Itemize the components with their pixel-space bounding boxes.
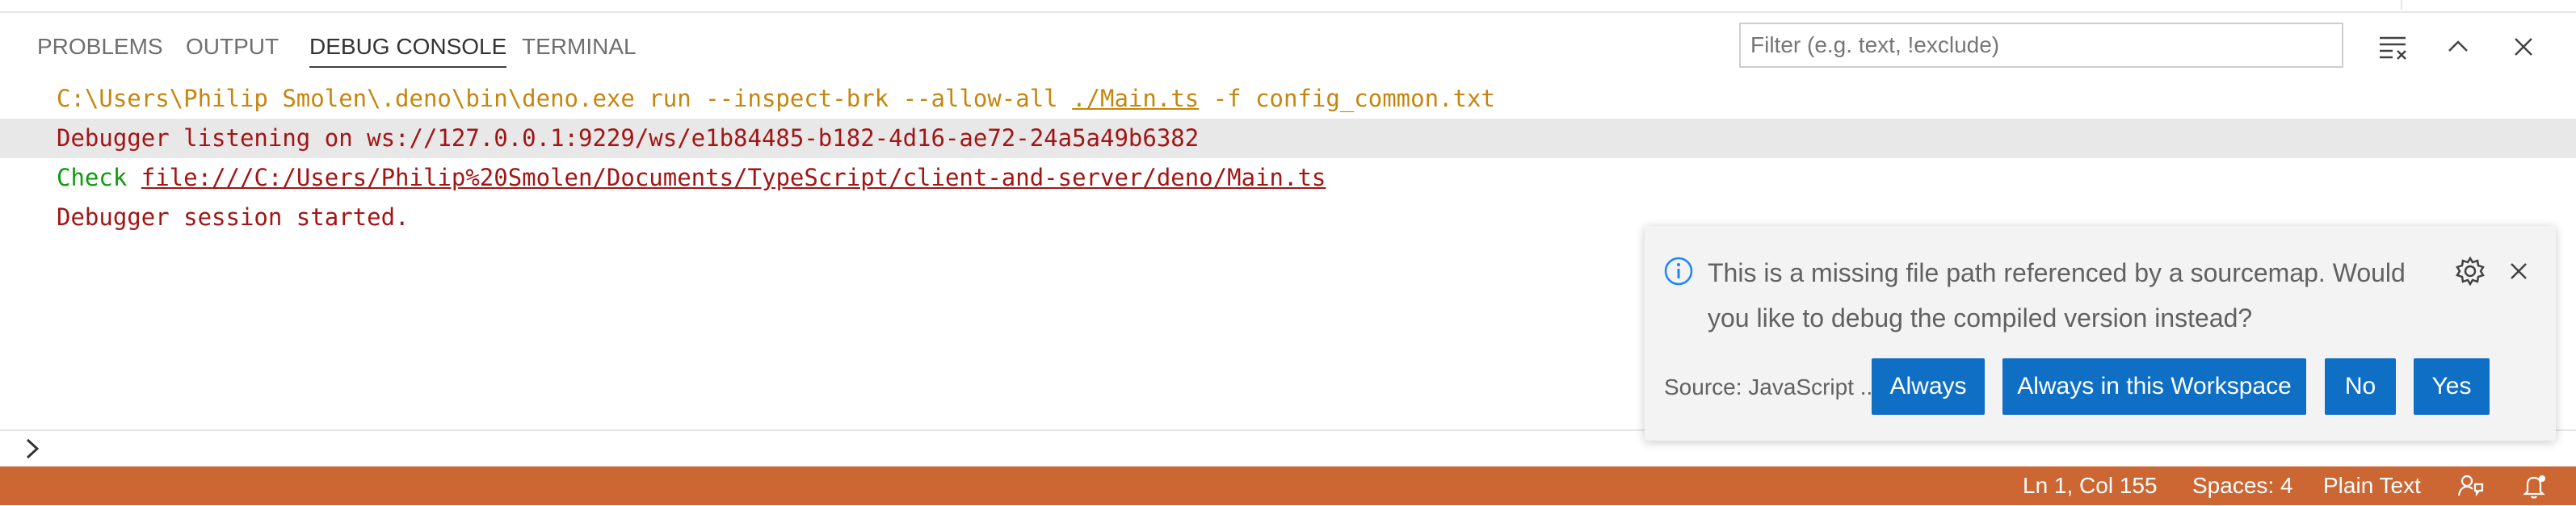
chevron-up-icon[interactable] <box>2439 27 2477 66</box>
tab-problems[interactable]: PROBLEMS <box>37 29 163 65</box>
debug-console-output: C:\Users\Philip Smolen\.deno\bin\deno.ex… <box>0 79 2576 237</box>
sourcemap-notification: This is a missing file path referenced b… <box>1645 226 2556 441</box>
language-mode[interactable]: Plain Text <box>2323 466 2421 505</box>
main-ts-link[interactable]: ./Main.ts <box>1072 85 1199 112</box>
feedback-icon[interactable] <box>2456 471 2485 500</box>
session-started-text: Debugger session started. <box>57 203 410 231</box>
repl-prompt-chevron-icon <box>18 433 50 465</box>
tab-debug-console[interactable]: DEBUG CONSOLE <box>309 29 507 68</box>
command-text: C:\Users\Philip Smolen\.deno\bin\deno.ex… <box>57 85 1073 112</box>
filter-box <box>1739 23 2343 68</box>
file-url-link[interactable]: file:///C:/Users/Philip%20Smolen/Documen… <box>141 164 1326 191</box>
notification-message: This is a missing file path referenced b… <box>1708 258 2406 332</box>
tab-output[interactable]: OUTPUT <box>186 29 279 65</box>
status-bar: Ln 1, Col 155 Spaces: 4 Plain Text <box>0 466 2576 505</box>
notifications-bell-icon[interactable] <box>2520 471 2549 500</box>
filter-input[interactable] <box>1741 24 2342 66</box>
cursor-position[interactable]: Ln 1, Col 155 <box>2023 466 2158 505</box>
indentation-status[interactable]: Spaces: 4 <box>2192 466 2293 505</box>
command-args: -f config_common.txt <box>1199 85 1495 112</box>
info-icon <box>1662 255 1695 287</box>
no-button[interactable]: No <box>2325 358 2396 415</box>
always-button[interactable]: Always <box>1872 358 1985 415</box>
close-panel-icon[interactable] <box>2504 27 2543 66</box>
clear-console-icon[interactable] <box>2373 27 2412 66</box>
yes-button[interactable]: Yes <box>2414 358 2490 415</box>
console-line-check: Check file:///C:/Users/Philip%20Smolen/D… <box>0 158 2576 198</box>
gear-icon[interactable] <box>2454 255 2486 287</box>
console-line-debugger-listening: Debugger listening on ws://127.0.0.1:922… <box>0 119 2576 158</box>
console-line-command: C:\Users\Philip Smolen\.deno\bin\deno.ex… <box>0 79 2576 119</box>
notification-source: Source: JavaScript ... <box>1664 374 1880 399</box>
tab-terminal[interactable]: TERMINAL <box>522 29 637 65</box>
editor-bottom-edge <box>0 0 2576 13</box>
scrollbar-edge <box>2401 0 2402 10</box>
close-notification-icon[interactable] <box>2502 255 2535 287</box>
debugger-listening-text: Debugger listening on ws://127.0.0.1:922… <box>57 124 1200 152</box>
always-in-workspace-button[interactable]: Always in this Workspace <box>2002 358 2306 415</box>
check-label: Check <box>57 164 141 191</box>
